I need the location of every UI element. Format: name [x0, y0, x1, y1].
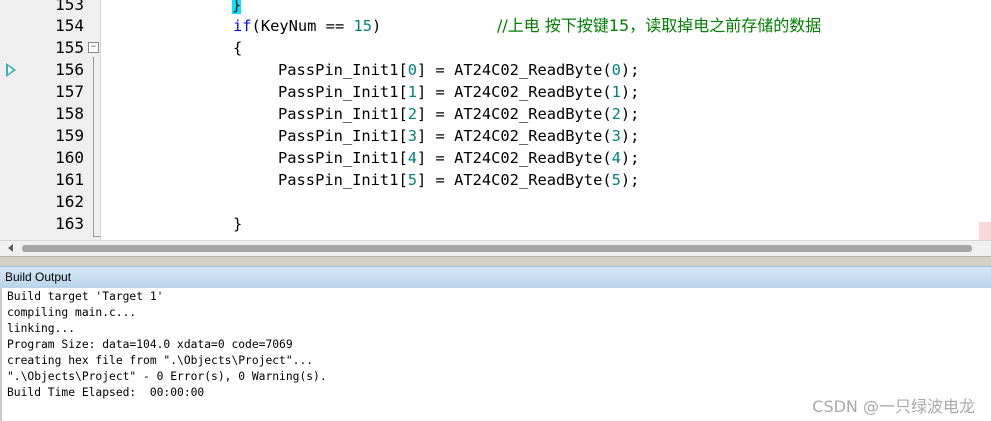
line-number: 162: [55, 192, 84, 211]
code-line[interactable]: 156 PassPin_Init1[0] = AT24C02_ReadByte(…: [0, 59, 991, 81]
scrollbar-thumb[interactable]: [22, 245, 972, 252]
code-text: PassPin_Init1[5] = AT24C02_ReadByte(5);: [278, 171, 640, 189]
line-number: 153: [55, 0, 84, 14]
line-number: 160: [55, 148, 84, 167]
editor-corner-marker: [979, 222, 991, 242]
code-text: {: [233, 39, 243, 57]
line-number: 156: [55, 60, 84, 79]
code-text: PassPin_Init1[3] = AT24C02_ReadByte(3);: [278, 127, 640, 145]
line-number: 163: [55, 214, 84, 233]
fold-collapse-icon[interactable]: −: [88, 42, 99, 53]
horizontal-scrollbar[interactable]: [0, 240, 991, 256]
keyword-if: if: [233, 17, 252, 35]
code-line[interactable]: 162: [0, 191, 991, 213]
code-line[interactable]: 161 PassPin_Init1[5] = AT24C02_ReadByte(…: [0, 169, 991, 191]
code-line[interactable]: 153 }: [0, 0, 991, 16]
scroll-left-arrow-icon[interactable]: [8, 244, 13, 252]
output-line: linking...: [7, 322, 76, 335]
line-number: 154: [55, 16, 84, 35]
brace-match-highlight: }: [232, 0, 242, 14]
code-text: PassPin_Init1[4] = AT24C02_ReadByte(4);: [278, 149, 640, 167]
code-comment: //上电 按下按键15，读取掉电之前存储的数据: [497, 16, 822, 35]
line-number: 158: [55, 104, 84, 123]
output-line: compiling main.c...: [7, 306, 137, 319]
line-number: 155: [55, 38, 84, 57]
code-line[interactable]: 154 if(KeyNum == 15) //上电 按下按键15，读取掉电之前存…: [0, 15, 991, 37]
code-line[interactable]: 163 }: [0, 213, 991, 235]
code-editor[interactable]: 153 } 154 if(KeyNum == 15) //上电 按下按键15，读…: [0, 0, 991, 244]
code-line[interactable]: 158 PassPin_Init1[2] = AT24C02_ReadByte(…: [0, 103, 991, 125]
watermark-text: CSDN @一只绿波电龙: [812, 397, 975, 416]
code-text: PassPin_Init1[1] = AT24C02_ReadByte(1);: [278, 83, 640, 101]
output-line: creating hex file from ".\Objects\Projec…: [7, 354, 314, 367]
closing-brace: }: [232, 0, 242, 16]
line-number: 161: [55, 170, 84, 189]
code-text: PassPin_Init1[2] = AT24C02_ReadByte(2);: [278, 105, 640, 123]
code-text: if(KeyNum == 15): [233, 17, 382, 35]
line-number: 157: [55, 82, 84, 101]
code-text: PassPin_Init1[0] = AT24C02_ReadByte(0);: [278, 61, 640, 79]
output-line: Program Size: data=104.0 xdata=0 code=70…: [7, 338, 293, 351]
code-line[interactable]: 155 − {: [0, 37, 991, 59]
code-line[interactable]: 159 PassPin_Init1[3] = AT24C02_ReadByte(…: [0, 125, 991, 147]
build-output-header: Build Output: [0, 266, 991, 289]
fold-end-tick: [93, 236, 100, 237]
code-text: }: [233, 215, 243, 233]
code-line[interactable]: 160 PassPin_Init1[4] = AT24C02_ReadByte(…: [0, 147, 991, 169]
code-line[interactable]: 157 PassPin_Init1[1] = AT24C02_ReadByte(…: [0, 81, 991, 103]
line-number: 159: [55, 126, 84, 145]
output-line: ".\Objects\Project" - 0 Error(s), 0 Warn…: [7, 370, 327, 383]
output-line: Build target 'Target 1': [7, 290, 164, 303]
output-line: Build Time Elapsed: 00:00:00: [7, 386, 205, 399]
build-output-title: Build Output: [5, 270, 72, 284]
